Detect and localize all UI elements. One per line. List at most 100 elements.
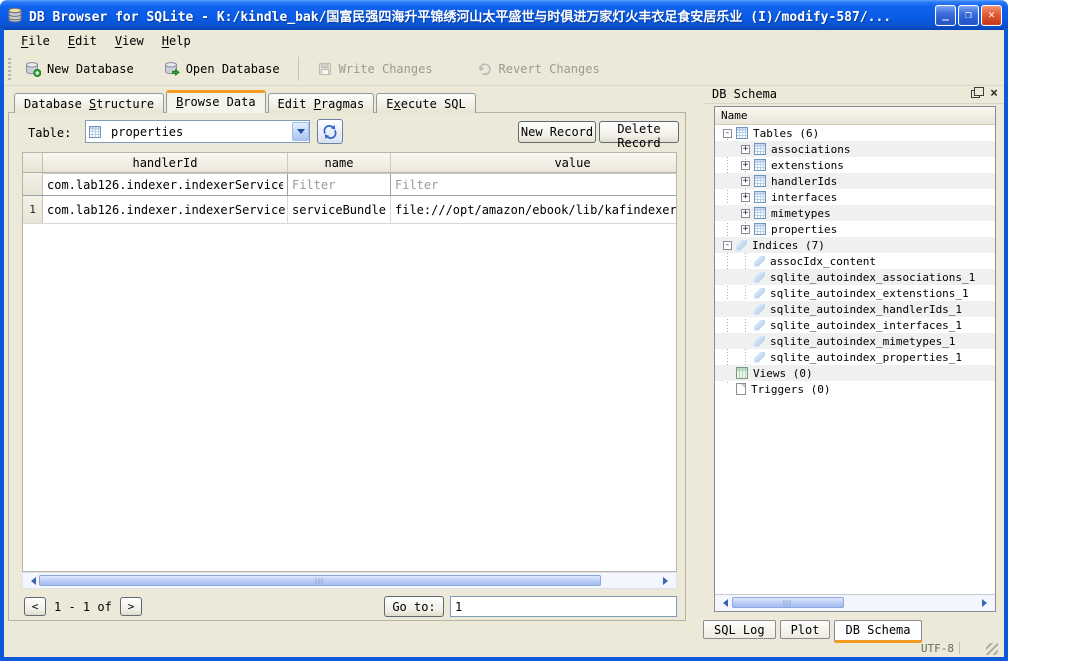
- column-header-value[interactable]: value: [391, 153, 676, 172]
- tab-execute-sql[interactable]: Execute SQL: [376, 93, 476, 113]
- filter-input-name[interactable]: [288, 174, 390, 196]
- goto-record-input[interactable]: [450, 596, 677, 617]
- filter-input-value[interactable]: [391, 174, 676, 196]
- index-icon: [754, 319, 765, 331]
- maximize-button[interactable]: ❐: [958, 4, 979, 26]
- chevron-down-icon: [296, 129, 305, 138]
- window-border-left: [0, 28, 4, 657]
- tree-item-views-0[interactable]: Views (0): [715, 365, 995, 381]
- row-number: 1: [23, 196, 43, 223]
- expand-icon[interactable]: +: [741, 208, 750, 218]
- index-icon: [754, 287, 765, 299]
- menu-view[interactable]: View: [106, 32, 153, 50]
- tree-horizontal-scrollbar[interactable]: [715, 594, 995, 611]
- tree-item-sqlite-autoindex-interfaces-1[interactable]: sqlite_autoindex_interfaces_1: [715, 317, 995, 333]
- new-database-button[interactable]: New Database: [17, 57, 142, 81]
- toolbar-drag-handle[interactable]: [8, 57, 11, 80]
- goto-button[interactable]: Go to:: [384, 596, 444, 617]
- scroll-left-arrow[interactable]: [24, 574, 39, 587]
- collapse-icon[interactable]: -: [723, 240, 732, 250]
- resize-grip[interactable]: [986, 643, 998, 655]
- dock-close-icon[interactable]: ×: [990, 87, 998, 100]
- revert-changes-button[interactable]: Revert Changes: [469, 57, 608, 81]
- tree-item-extenstions[interactable]: + extenstions: [715, 157, 995, 173]
- minimize-icon: _: [942, 8, 949, 21]
- revert-changes-label: Revert Changes: [498, 61, 600, 76]
- tree-item-associations[interactable]: + associations: [715, 141, 995, 157]
- delete-record-button[interactable]: Delete Record: [599, 121, 679, 150]
- minimize-button[interactable]: _: [935, 4, 956, 26]
- scroll-right-arrow[interactable]: [979, 596, 994, 609]
- scroll-right-arrow[interactable]: [660, 574, 675, 587]
- maximize-icon: ❐: [965, 8, 972, 21]
- tree-item-sqlite-autoindex-associations-1[interactable]: sqlite_autoindex_associations_1: [715, 269, 995, 285]
- title-bar[interactable]: DB Browser for SQLite - K:/kindle_bak/国富…: [0, 0, 1008, 30]
- expand-icon[interactable]: +: [741, 224, 750, 234]
- refresh-button[interactable]: [317, 119, 343, 144]
- tree-item-handlerids[interactable]: + handlerIds: [715, 173, 995, 189]
- menu-file[interactable]: File: [12, 32, 59, 50]
- tree-item-mimetypes[interactable]: + mimetypes: [715, 205, 995, 221]
- write-changes-button[interactable]: Write Changes: [309, 57, 441, 81]
- tree-column-header[interactable]: Name: [715, 107, 995, 125]
- schema-tree: Name - Tables (6) + associations + extenstion…: [714, 106, 996, 612]
- collapse-icon[interactable]: -: [723, 128, 732, 138]
- scrollbar-thumb[interactable]: [39, 575, 601, 586]
- table-icon: [754, 207, 766, 219]
- open-database-button[interactable]: Open Database: [156, 57, 288, 81]
- expand-icon[interactable]: +: [741, 192, 750, 202]
- filter-input-handlerid[interactable]: [43, 174, 287, 196]
- menu-edit[interactable]: Edit: [59, 32, 106, 50]
- tab-browse-data[interactable]: Browse Data: [166, 90, 266, 113]
- menu-help[interactable]: Help: [153, 32, 200, 50]
- tree-item-indices-7[interactable]: - Indices (7): [715, 237, 995, 253]
- table-icon: [736, 127, 748, 139]
- scrollbar-thumb[interactable]: [732, 597, 844, 608]
- table-icon: [754, 223, 766, 235]
- tree-item-label: associations: [771, 142, 851, 156]
- table-row: 1 com.lab126.indexer.indexerService serv…: [23, 196, 676, 224]
- column-header-name[interactable]: name: [288, 153, 391, 172]
- dock-tab-plot[interactable]: Plot: [779, 620, 831, 639]
- tree-item-associdx-content[interactable]: assocIdx_content: [715, 253, 995, 269]
- new-record-button[interactable]: New Record: [518, 121, 596, 143]
- close-button[interactable]: ✕: [981, 4, 1002, 26]
- prev-page-button[interactable]: <: [24, 597, 46, 616]
- dock-tab-sql-log[interactable]: SQL Log: [703, 620, 776, 639]
- new-database-icon: [25, 61, 41, 77]
- table-select[interactable]: properties: [85, 120, 310, 143]
- cell-handlerid[interactable]: com.lab126.indexer.indexerService: [43, 196, 288, 223]
- tree-item-label: sqlite_autoindex_properties_1: [770, 350, 963, 364]
- tab-edit-pragmas[interactable]: Edit Pragmas: [267, 93, 375, 113]
- schema-dock-titlebar[interactable]: DB Schema ×: [703, 84, 1004, 104]
- scroll-left-arrow[interactable]: [716, 596, 731, 609]
- cell-name[interactable]: serviceBundle: [288, 196, 391, 223]
- tree-item-sqlite-autoindex-extenstions-1[interactable]: sqlite_autoindex_extenstions_1: [715, 285, 995, 301]
- grid-corner: [23, 153, 43, 172]
- tab-database-structure[interactable]: Database Structure: [14, 93, 165, 113]
- dock-float-icon[interactable]: [971, 86, 985, 98]
- combo-dropdown-button[interactable]: [292, 122, 309, 141]
- tree-item-sqlite-autoindex-properties-1[interactable]: sqlite_autoindex_properties_1: [715, 349, 995, 365]
- grid-horizontal-scrollbar[interactable]: [22, 572, 677, 589]
- tree-item-label: Triggers (0): [751, 382, 831, 396]
- column-header-handlerid[interactable]: handlerId: [43, 153, 288, 172]
- tree-item-interfaces[interactable]: + interfaces: [715, 189, 995, 205]
- next-page-button[interactable]: >: [120, 597, 142, 616]
- tree-item-label: sqlite_autoindex_associations_1: [770, 270, 976, 284]
- tree-item-sqlite-autoindex-mimetypes-1[interactable]: sqlite_autoindex_mimetypes_1: [715, 333, 995, 349]
- tree-item-label: Views (0): [753, 366, 813, 380]
- tree-item-properties[interactable]: + properties: [715, 221, 995, 237]
- cell-value[interactable]: file:///opt/amazon/ebook/lib/kafindexer.…: [391, 196, 676, 223]
- expand-icon[interactable]: +: [741, 176, 750, 186]
- main-tab-bar: Database Structure Browse Data Edit Prag…: [14, 90, 478, 113]
- expand-icon[interactable]: +: [741, 160, 750, 170]
- schema-tree-rows: - Tables (6) + associations + extenstions + han…: [715, 125, 995, 397]
- tree-item-sqlite-autoindex-handlerids-1[interactable]: sqlite_autoindex_handlerIds_1: [715, 301, 995, 317]
- grid-header-row: handlerId name value: [23, 153, 676, 173]
- index-icon: [754, 303, 765, 315]
- table-icon: [754, 191, 766, 203]
- expand-icon[interactable]: +: [741, 144, 750, 154]
- tree-item-tables-6[interactable]: - Tables (6): [715, 125, 995, 141]
- tree-item-triggers-0[interactable]: Triggers (0): [715, 381, 995, 397]
